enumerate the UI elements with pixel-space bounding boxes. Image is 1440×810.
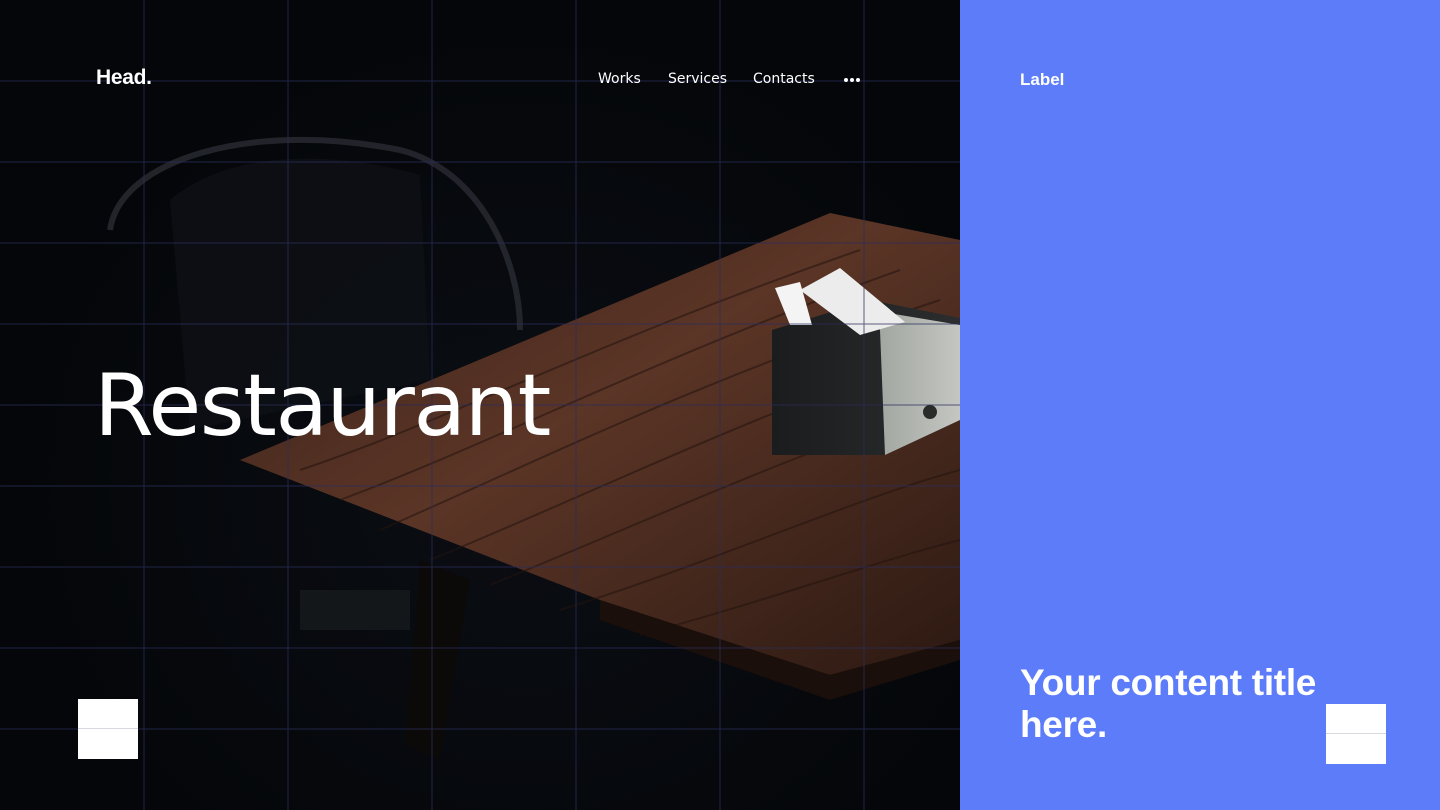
nav-item-contacts[interactable]: Contacts: [753, 71, 815, 87]
hero-title: Restaurant: [94, 356, 551, 456]
nav-item-services[interactable]: Services: [668, 71, 727, 87]
nav-item-works[interactable]: Works: [598, 71, 641, 87]
main-nav: Works Services Contacts: [0, 71, 960, 95]
side-panel-title: Your content title here.: [1020, 662, 1317, 745]
hero-square-block: [78, 699, 138, 759]
side-panel: Label Your content title here.: [960, 0, 1440, 810]
hero-section: Head. Works Services Contacts Restaurant: [0, 0, 960, 810]
side-panel-label: Label: [1020, 70, 1065, 89]
side-square-block: [1326, 704, 1386, 764]
more-horizontal-icon[interactable]: [844, 78, 862, 83]
